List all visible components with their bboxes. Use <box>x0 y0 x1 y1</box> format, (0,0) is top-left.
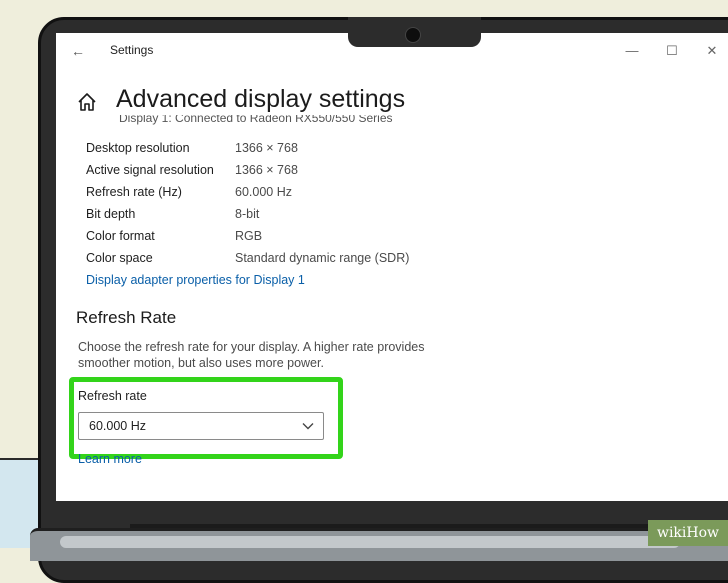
back-arrow-icon[interactable]: ← <box>68 41 88 61</box>
info-label-active-signal-resolution: Active signal resolution <box>86 163 214 177</box>
webcam-icon <box>405 27 421 43</box>
info-value-color-format: RGB <box>235 229 263 243</box>
learn-more-link[interactable]: Learn more <box>78 452 142 466</box>
info-label-color-format: Color format <box>86 229 155 243</box>
display-connection-line: Display 1: Connected to Radeon RX550/550… <box>119 115 393 125</box>
info-value-active-signal-resolution: 1366 × 768 <box>235 163 298 177</box>
home-icon[interactable] <box>76 91 98 113</box>
refresh-rate-dropdown-label: Refresh rate <box>78 389 147 403</box>
refresh-rate-heading: Refresh Rate <box>76 308 177 327</box>
info-value-desktop-resolution: 1366 × 768 <box>235 141 298 155</box>
info-label-refresh-rate: Refresh rate (Hz) <box>86 185 182 199</box>
info-label-color-space: Color space <box>86 251 153 265</box>
page-title: Advanced display settings <box>116 85 406 113</box>
info-value-bit-depth: 8-bit <box>235 207 260 221</box>
laptop-base-highlight <box>60 536 680 548</box>
info-label-desktop-resolution: Desktop resolution <box>86 141 190 155</box>
display-adapter-properties-link[interactable]: Display adapter properties for Display 1 <box>86 273 305 287</box>
refresh-rate-description: Choose the refresh rate for your display… <box>78 340 425 370</box>
maximize-icon[interactable]: ☐ <box>659 39 685 63</box>
bezel-edge <box>130 524 690 528</box>
chevron-down-icon <box>302 423 314 430</box>
wikihow-watermark: wikiHow <box>648 520 728 546</box>
info-value-refresh-rate: 60.000 Hz <box>235 185 292 199</box>
refresh-rate-dropdown[interactable]: 60.000 Hz <box>78 412 324 440</box>
app-title: Settings <box>110 43 154 57</box>
info-value-color-space: Standard dynamic range (SDR) <box>235 251 410 265</box>
settings-window: ← Settings — ☐ ✕ Advanced display settin… <box>56 33 728 501</box>
refresh-rate-selected-value: 60.000 Hz <box>89 419 146 433</box>
close-icon[interactable]: ✕ <box>699 39 725 63</box>
info-label-bit-depth: Bit depth <box>86 207 136 221</box>
minimize-icon[interactable]: — <box>619 39 645 63</box>
